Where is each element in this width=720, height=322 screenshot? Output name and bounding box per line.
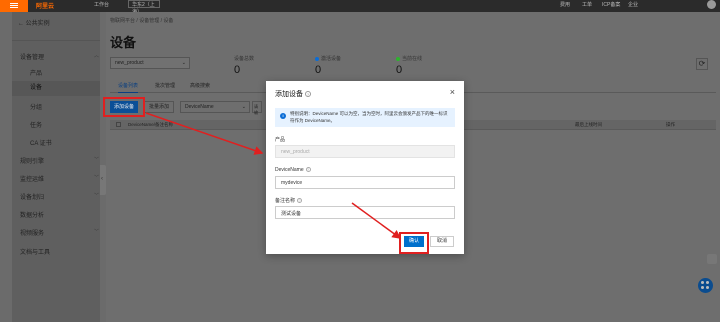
stat-label: 设备总数 (234, 56, 255, 62)
info-icon: i (280, 113, 286, 119)
feedback-tab[interactable] (707, 254, 717, 264)
nav-tickets[interactable]: 工单 (582, 1, 592, 8)
top-bar: 阿里云 工作台 华东2（上海） 费用 工单 ICP备案 企业 (0, 0, 720, 15)
sidebar-item-docs-tools[interactable]: 文档与工具 (20, 247, 50, 256)
sidebar-item-monitoring[interactable]: 监控运维 (20, 174, 44, 183)
stat-online: 当前在线 0 (396, 55, 422, 76)
help-icon[interactable]: ? (305, 91, 311, 98)
page-title: 设备 (110, 35, 137, 50)
remark-label: 备注名称? (275, 198, 303, 204)
help-icon[interactable]: ? (305, 167, 311, 173)
blue-dot-icon (315, 56, 319, 61)
column-devicename: DeviceName/备注名称 (128, 122, 174, 127)
product-field: new_product (275, 145, 455, 158)
tab-batch-management[interactable]: 批次管理 (155, 82, 175, 89)
green-dot-icon (396, 56, 400, 61)
stat-label: 当前在线 (396, 55, 422, 62)
column-last-online: 最后上线时间 (575, 122, 602, 127)
filter-select-value: DeviceName (185, 104, 214, 110)
add-device-dialog: 添加设备? × i 特别说明：DeviceName 可以为空，当为空时，阿里云会… (266, 81, 464, 254)
sidebar-back-label: 公共实例 (25, 21, 50, 27)
product-label: 产品 (275, 137, 286, 143)
stat-value: 0 (396, 64, 403, 76)
stat-label: 激活设备 (315, 55, 341, 62)
remark-field[interactable]: 测试设备 (275, 206, 455, 219)
sidebar-back-link[interactable]: ← 公共实例 (18, 18, 50, 27)
notice-text: 特别说明：DeviceName 可以为空，当为空时，阿里云会颁发产品下的唯一标识… (290, 111, 448, 123)
logo[interactable]: 阿里云 (36, 1, 54, 10)
sidebar-item-group[interactable]: 分组 (30, 102, 42, 111)
select-all-checkbox[interactable] (116, 122, 121, 127)
chevron-up-icon: ︿ (94, 53, 100, 59)
breadcrumb: 物联网平台 / 设备管理 / 设备 (110, 18, 174, 24)
breadcrumb-item[interactable]: 设备管理 (139, 18, 159, 24)
stat-activated: 激活设备 0 (315, 55, 341, 76)
batch-add-button[interactable]: 批量添加 (144, 101, 174, 113)
workspace-link[interactable]: 工作台 (94, 1, 109, 8)
cancel-button[interactable]: 取消 (430, 236, 454, 247)
refresh-icon: ⟳ (698, 59, 706, 68)
chevron-left-icon: ‹ (101, 176, 103, 182)
sidebar-item-product[interactable]: 产品 (30, 68, 42, 77)
nav-icp[interactable]: ICP备案 (602, 1, 620, 8)
stat-value: 0 (315, 64, 322, 76)
filter-field-select[interactable]: DeviceName ⌄ (180, 101, 250, 113)
menu-icon[interactable] (0, 0, 28, 12)
chevron-down-icon: ﹀ (94, 157, 100, 163)
close-icon[interactable]: × (450, 87, 455, 97)
devicename-field[interactable]: mydevice (275, 176, 455, 189)
stat-value: 0 (234, 64, 241, 76)
chevron-down-icon: ﹀ (94, 229, 100, 235)
product-select-value: new_product (115, 60, 144, 66)
notice-banner: i 特别说明：DeviceName 可以为空，当为空时，阿里云会颁发产品下的唯一… (275, 108, 455, 127)
avatar[interactable] (707, 0, 716, 9)
chevron-down-icon: ⌄ (181, 60, 186, 66)
sidebar-item-data-analysis[interactable]: 数据分析 (20, 210, 44, 219)
help-icon[interactable]: ? (297, 198, 303, 204)
tab-device-list[interactable]: 设备列表 (118, 82, 139, 93)
grid-icon (701, 281, 710, 290)
chevron-down-icon: ﹀ (94, 175, 100, 181)
sidebar-item-device-management[interactable]: 设备管理 (20, 52, 44, 61)
sidebar-item-video-service[interactable]: 视频服务 (20, 228, 44, 237)
sidebar-item-rule-engine[interactable]: 规则引擎 (20, 156, 44, 165)
region-select[interactable]: 华东2（上海） (128, 0, 160, 15)
search-input[interactable]: 请输 (252, 101, 262, 115)
tab-advanced-search[interactable]: 高级搜索 (190, 82, 210, 89)
highlight-box (399, 232, 429, 254)
arrow-left-icon: ← (18, 21, 24, 27)
app-grid-button[interactable] (698, 278, 713, 293)
breadcrumb-item: 设备 (163, 18, 174, 24)
stat-total: 设备总数 0 (234, 55, 254, 76)
sidebar-item-ca-cert[interactable]: CA 证书 (30, 138, 52, 147)
nav-enterprise[interactable]: 企业 (628, 1, 638, 8)
sidebar-item-task[interactable]: 任务 (30, 120, 42, 129)
devicename-label: DeviceName? (275, 167, 311, 173)
sidebar: ← 公共实例 设备管理 ︿ 产品 设备 分组 任务 CA 证书 规则引擎 ﹀ 监… (12, 12, 100, 322)
dialog-title: 添加设备? (275, 91, 311, 98)
highlight-box (103, 97, 145, 117)
column-actions: 操作 (666, 122, 675, 127)
breadcrumb-item[interactable]: 物联网平台 (110, 18, 135, 24)
sidebar-divider (12, 40, 100, 41)
refresh-button[interactable]: ⟳ (696, 58, 708, 70)
chevron-down-icon: ﹀ (94, 193, 100, 199)
sidebar-item-device-assign[interactable]: 设备划归 (20, 192, 44, 201)
nav-fees[interactable]: 费用 (560, 1, 570, 8)
chevron-down-icon: ⌄ (241, 104, 246, 110)
product-select[interactable]: new_product ⌄ (110, 57, 190, 69)
sidebar-item-device[interactable]: 设备 (12, 81, 100, 96)
